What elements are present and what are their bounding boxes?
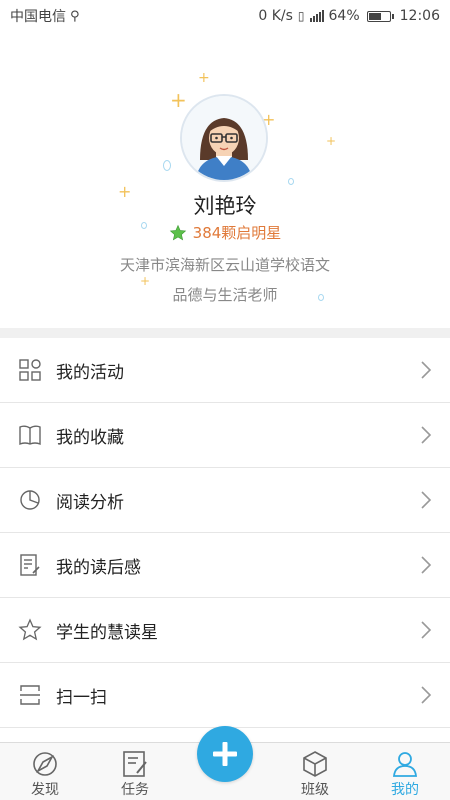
star-icon bbox=[18, 618, 42, 642]
school-name: 天津市滨海新区云山道学校语文 bbox=[119, 256, 330, 274]
tab-mine[interactable]: 我的 bbox=[360, 743, 450, 800]
plus-icon bbox=[213, 742, 237, 766]
sparkle-icon: + bbox=[198, 70, 210, 86]
vibrate-icon: ▯ bbox=[297, 9, 305, 23]
bubble-icon bbox=[163, 160, 171, 171]
grid-icon bbox=[18, 358, 42, 382]
user-name: 刘艳玲 bbox=[193, 194, 257, 218]
profile-header: + + + + + + 刘艳玲 384颗启明星 天津市滨海新区云山道学校语文 品… bbox=[0, 32, 450, 328]
clock: 12:06 bbox=[399, 8, 440, 24]
status-bar: 中国电信 ⚲ 0 K/s ▯ 64% 12:06 bbox=[0, 0, 450, 32]
menu-item-label: 我的读后感 bbox=[56, 557, 141, 578]
add-button[interactable] bbox=[197, 726, 253, 782]
net-speed: 0 K/s bbox=[258, 8, 293, 24]
menu-item-label: 我的活动 bbox=[56, 362, 124, 383]
usb-icon: ⚲ bbox=[70, 8, 80, 24]
section-divider bbox=[0, 328, 450, 338]
menu-item-label: 我的收藏 bbox=[56, 427, 124, 448]
chevron-right-icon bbox=[421, 426, 432, 444]
menu-item-student-stars[interactable]: 学生的慧读星 bbox=[0, 598, 450, 663]
menu-item-label: 阅读分析 bbox=[56, 492, 124, 513]
sparkle-icon: + bbox=[326, 134, 337, 148]
tab-label: 班级 bbox=[301, 782, 329, 798]
menu-item-scan[interactable]: 扫一扫 bbox=[0, 663, 450, 728]
menu-item-reading-analysis[interactable]: 阅读分析 bbox=[0, 468, 450, 533]
chevron-right-icon bbox=[421, 686, 432, 704]
pie-chart-icon bbox=[18, 488, 42, 512]
book-icon bbox=[18, 423, 42, 447]
chevron-right-icon bbox=[421, 621, 432, 639]
scan-icon bbox=[18, 683, 42, 707]
cube-icon bbox=[303, 751, 327, 777]
signal-icon bbox=[309, 10, 324, 22]
tab-label: 发现 bbox=[31, 782, 59, 798]
menu-item-my-reflections[interactable]: 我的读后感 bbox=[0, 533, 450, 598]
star-count-row: 384颗启明星 bbox=[0, 222, 450, 243]
bubble-icon bbox=[288, 178, 294, 185]
sparkle-icon: + bbox=[170, 88, 187, 112]
note-edit-icon bbox=[18, 553, 42, 577]
chevron-right-icon bbox=[421, 361, 432, 379]
menu-item-my-activities[interactable]: 我的活动 bbox=[0, 338, 450, 403]
teacher-subject: 品德与生活老师 bbox=[172, 286, 278, 304]
star-count: 384颗启明星 bbox=[192, 224, 282, 242]
tab-tasks[interactable]: 任务 bbox=[90, 743, 180, 800]
compass-icon bbox=[33, 752, 57, 776]
tab-label: 任务 bbox=[121, 782, 149, 798]
task-edit-icon bbox=[123, 751, 147, 777]
menu-item-label: 扫一扫 bbox=[56, 687, 107, 708]
chevron-right-icon bbox=[421, 491, 432, 509]
battery-percent: 64% bbox=[328, 8, 360, 24]
teacher-avatar-illustration bbox=[182, 96, 266, 180]
menu-item-label: 学生的慧读星 bbox=[56, 622, 158, 643]
carrier-label: 中国电信 bbox=[10, 9, 66, 25]
menu-item-my-favorites[interactable]: 我的收藏 bbox=[0, 403, 450, 468]
tab-class[interactable]: 班级 bbox=[270, 743, 360, 800]
avatar[interactable] bbox=[180, 94, 268, 182]
chevron-right-icon bbox=[421, 556, 432, 574]
profile-menu: 我的活动 我的收藏 阅读分析 我的读后感 学生的慧读星 扫一扫 bbox=[0, 338, 450, 728]
green-star-icon bbox=[169, 224, 186, 240]
battery-icon bbox=[366, 10, 394, 22]
person-icon bbox=[393, 752, 417, 777]
tab-label: 我的 bbox=[391, 782, 419, 798]
tab-discover[interactable]: 发现 bbox=[0, 743, 90, 800]
